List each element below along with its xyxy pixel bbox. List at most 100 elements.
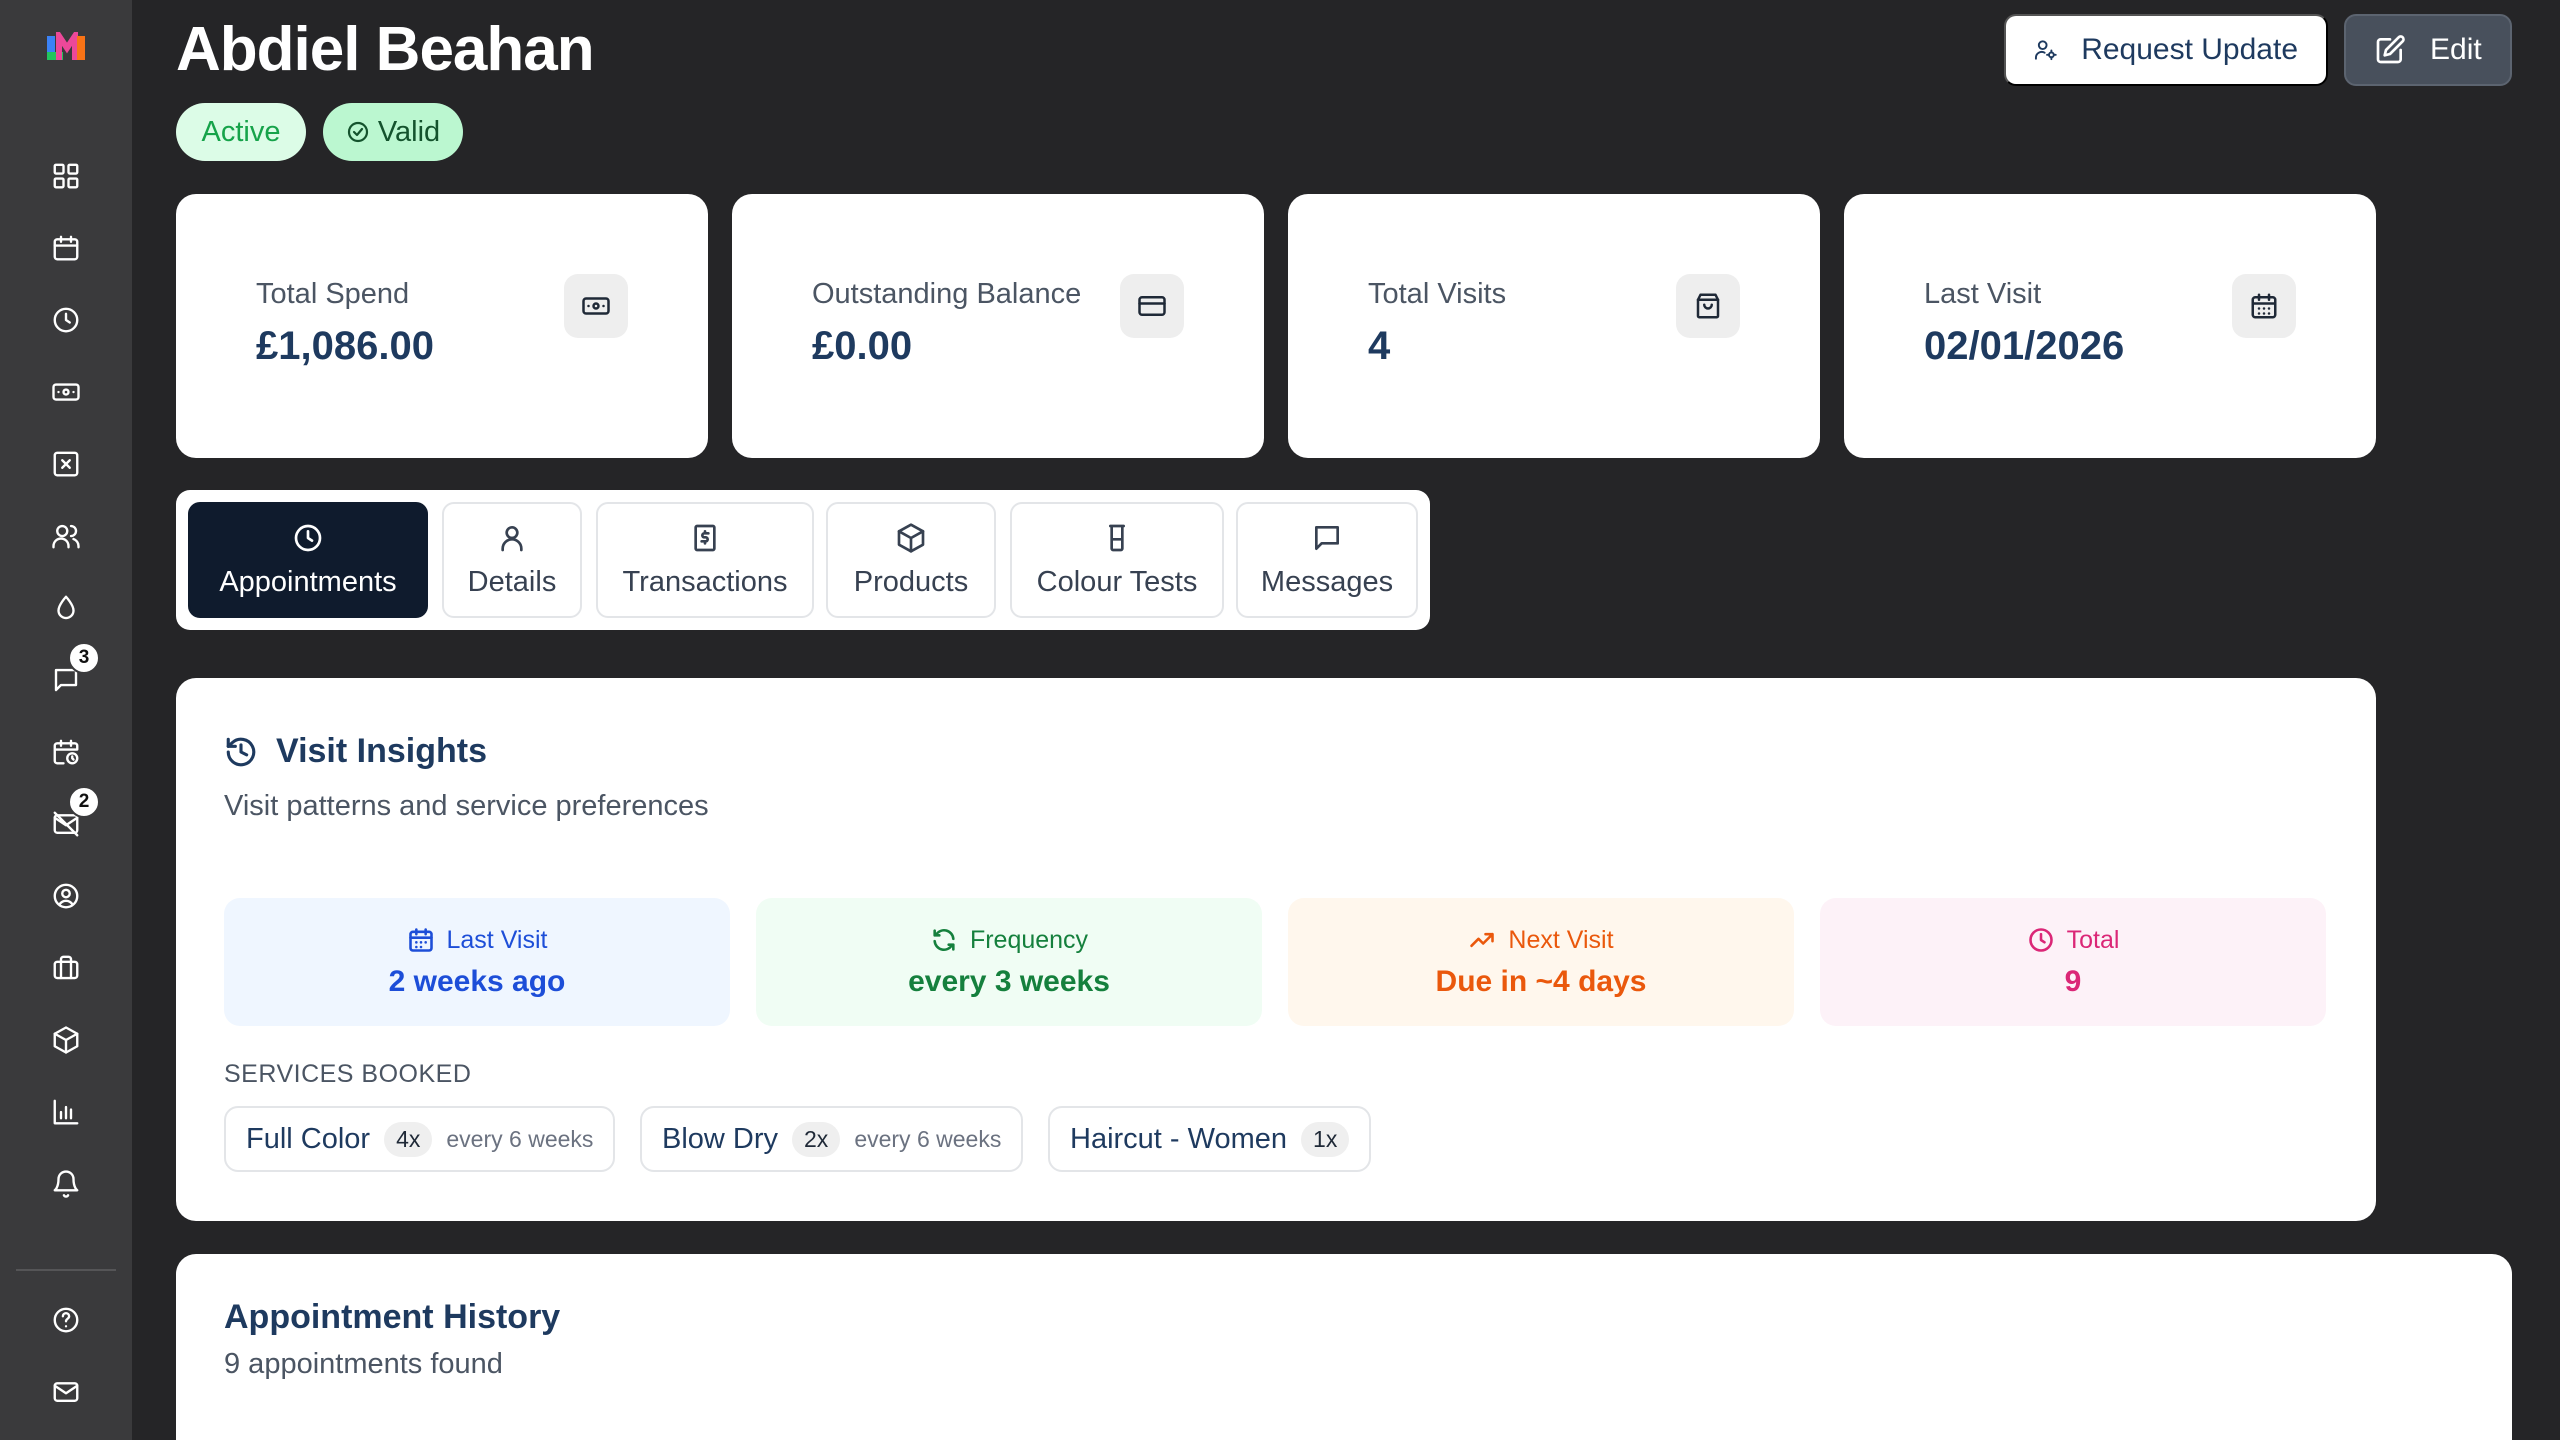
check-circle-icon bbox=[347, 121, 368, 143]
insights-title: Visit Insights bbox=[224, 732, 487, 771]
insights-title-text: Visit Insights bbox=[276, 732, 487, 770]
metric-label: Frequency bbox=[969, 925, 1089, 954]
shopping-bag-icon bbox=[1676, 274, 1740, 338]
metric-next-visit: Next Visit Due in ~4 days bbox=[1288, 898, 1794, 1026]
service-count: 4x bbox=[384, 1121, 433, 1157]
calendar-icon bbox=[408, 928, 433, 952]
tab-bar: Appointments Details Transactions Produc… bbox=[176, 490, 1430, 630]
request-update-button[interactable]: Request Update bbox=[2004, 14, 2328, 86]
edit-button[interactable]: Edit bbox=[2344, 14, 2512, 86]
request-update-label: Request Update bbox=[2081, 33, 2298, 66]
stat-value: 02/01/2026 bbox=[1924, 324, 2125, 368]
help-circle-icon[interactable] bbox=[46, 1300, 86, 1340]
messages-count-badge: 3 bbox=[68, 642, 100, 674]
history-subtitle: 9 appointments found bbox=[224, 1348, 503, 1380]
receipt-icon bbox=[694, 524, 716, 551]
refresh-icon bbox=[933, 929, 955, 951]
tab-messages[interactable]: Messages bbox=[1236, 502, 1418, 618]
service-count: 1x bbox=[1301, 1121, 1350, 1157]
tab-label: Transactions bbox=[622, 565, 788, 598]
calendar-clock-icon[interactable] bbox=[46, 732, 86, 772]
banknote-icon[interactable] bbox=[46, 372, 86, 412]
tab-label: Products bbox=[853, 565, 969, 598]
appointment-history-panel: Appointment History 9 appointments found bbox=[176, 1254, 2512, 1440]
user-icon bbox=[501, 525, 523, 551]
calendar-icon[interactable] bbox=[46, 228, 86, 268]
history-title: Appointment History bbox=[224, 1298, 561, 1336]
edit-icon bbox=[2376, 35, 2405, 64]
sidebar: 3 2 bbox=[0, 0, 132, 1440]
users-icon[interactable] bbox=[46, 516, 86, 556]
package-icon[interactable] bbox=[46, 1020, 86, 1060]
envelope-icon[interactable] bbox=[46, 1372, 86, 1412]
clock-icon bbox=[2028, 928, 2053, 952]
trending-up-icon bbox=[1470, 932, 1495, 948]
tab-products[interactable]: Products bbox=[826, 502, 996, 618]
service-chip-full-color: Full Color 4x every 6 weeks bbox=[224, 1106, 616, 1172]
x-square-icon[interactable] bbox=[46, 444, 86, 484]
services-booked-label: SERVICES BOOKED bbox=[224, 1060, 472, 1088]
stat-card-last-visit: Last Visit 02/01/2026 bbox=[1844, 194, 2376, 458]
grid-icon[interactable] bbox=[46, 156, 86, 196]
tab-label: Details bbox=[467, 565, 557, 598]
message-icon bbox=[1315, 525, 1339, 550]
tab-colour-tests[interactable]: Colour Tests bbox=[1010, 502, 1224, 618]
metric-frequency: Frequency every 3 weeks bbox=[756, 898, 1262, 1026]
metric-value: every 3 weeks bbox=[908, 964, 1110, 998]
service-frequency: every 6 weeks bbox=[854, 1125, 1002, 1152]
message-icon[interactable]: 3 bbox=[46, 642, 100, 700]
bell-icon[interactable] bbox=[46, 1164, 86, 1204]
tab-transactions[interactable]: Transactions bbox=[596, 502, 814, 618]
credit-card-icon bbox=[1120, 274, 1184, 338]
tab-label: Messages bbox=[1260, 565, 1394, 598]
stat-value: 4 bbox=[1368, 324, 1391, 368]
stat-label: Total Visits bbox=[1368, 278, 1507, 310]
stat-value: £0.00 bbox=[812, 324, 913, 368]
stat-card-total-visits: Total Visits 4 bbox=[1288, 194, 1820, 458]
service-name: Blow Dry bbox=[662, 1122, 779, 1155]
user-circle-icon[interactable] bbox=[46, 876, 86, 916]
package-icon bbox=[897, 522, 925, 553]
droplet-icon[interactable] bbox=[46, 588, 86, 628]
stat-value: £1,086.00 bbox=[256, 324, 434, 368]
sidebar-divider bbox=[16, 1269, 116, 1271]
calendar-days-icon bbox=[2232, 274, 2296, 338]
metric-value: 9 bbox=[2064, 964, 2082, 998]
clock-icon[interactable] bbox=[46, 300, 86, 340]
mail-off-icon[interactable]: 2 bbox=[46, 786, 100, 844]
stat-card-outstanding-balance: Outstanding Balance £0.00 bbox=[732, 194, 1264, 458]
page-title: Abdiel Beahan bbox=[176, 15, 595, 84]
metric-label: Last Visit bbox=[446, 925, 548, 954]
service-frequency: every 6 weeks bbox=[446, 1125, 594, 1152]
mail-count-badge: 2 bbox=[68, 786, 100, 818]
clock-icon bbox=[294, 524, 322, 551]
metric-value: 2 weeks ago bbox=[388, 964, 566, 998]
insights-subtitle: Visit patterns and service preferences bbox=[224, 790, 709, 822]
tab-appointments[interactable]: Appointments bbox=[188, 502, 428, 618]
service-chip-blow-dry: Blow Dry 2x every 6 weeks bbox=[640, 1106, 1024, 1172]
user-cog-icon bbox=[2034, 40, 2057, 61]
banknote-icon bbox=[564, 274, 628, 338]
metric-value: Due in ~4 days bbox=[1435, 964, 1647, 998]
test-tube-icon bbox=[1109, 524, 1125, 551]
tab-label: Appointments bbox=[219, 565, 397, 598]
stat-card-total-spend: Total Spend £1,086.00 bbox=[176, 194, 708, 458]
stat-label: Outstanding Balance bbox=[812, 278, 1082, 310]
history-icon bbox=[226, 737, 256, 766]
stat-label: Last Visit bbox=[1924, 278, 2042, 310]
bar-chart-icon[interactable] bbox=[46, 1092, 86, 1132]
briefcase-icon[interactable] bbox=[46, 948, 86, 988]
validity-badge: Valid bbox=[323, 103, 463, 161]
metric-label: Next Visit bbox=[1508, 925, 1614, 954]
validity-badge-label: Valid bbox=[377, 115, 441, 148]
app-logo[interactable] bbox=[45, 32, 87, 64]
service-count: 2x bbox=[792, 1121, 841, 1157]
service-name: Haircut - Women bbox=[1070, 1122, 1288, 1155]
service-chip-haircut-women: Haircut - Women 1x bbox=[1048, 1106, 1372, 1172]
tab-details[interactable]: Details bbox=[442, 502, 582, 618]
metric-total: Total 9 bbox=[1820, 898, 2326, 1026]
visit-insights-panel: Visit Insights Visit patterns and servic… bbox=[176, 678, 2376, 1221]
metric-last-visit: Last Visit 2 weeks ago bbox=[224, 898, 730, 1026]
service-name: Full Color bbox=[246, 1122, 371, 1155]
metric-label: Total bbox=[2066, 925, 2120, 954]
